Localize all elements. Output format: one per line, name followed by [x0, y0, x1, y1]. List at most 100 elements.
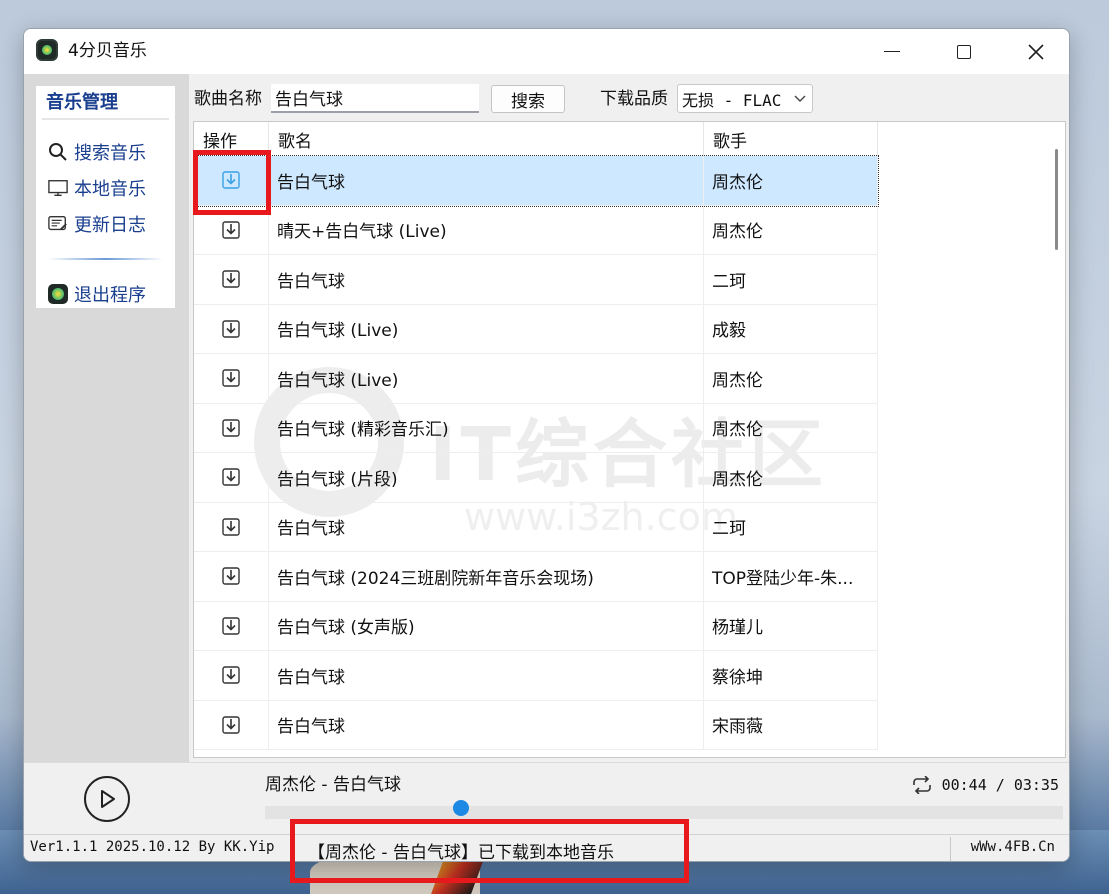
artist-cell: 宋雨薇: [704, 700, 878, 749]
close-button[interactable]: [1001, 29, 1069, 74]
download-cell[interactable]: [194, 354, 269, 403]
exit-app-icon: [48, 284, 68, 304]
column-header-action[interactable]: 操作: [194, 122, 269, 156]
sidebar-item-local[interactable]: 本地音乐: [48, 174, 146, 202]
download-cell[interactable]: [194, 552, 269, 601]
sidebar-item-exit[interactable]: 退出程序: [48, 280, 146, 308]
song-title-cell: 告白气球 (片段): [269, 453, 704, 502]
download-cell[interactable]: [194, 453, 269, 502]
version-label: Ver1.1.1 2025.10.12 By KK.Yip: [30, 839, 275, 855]
artist-cell: 周杰伦: [704, 403, 878, 452]
table-row[interactable]: 告白气球 (精彩音乐汇) 周杰伦: [194, 403, 878, 453]
download-cell[interactable]: [194, 403, 269, 452]
artist-cell: 二珂: [704, 502, 878, 551]
download-icon[interactable]: [221, 517, 241, 537]
song-title-cell: 告白气球: [269, 651, 704, 700]
website-label: wWw.4FB.Cn: [970, 839, 1055, 855]
window-title: 4分贝音乐: [68, 41, 147, 61]
play-icon: [101, 790, 115, 808]
song-title-cell: 告白气球 (2024三班剧院新年音乐会现场): [269, 552, 704, 601]
download-icon[interactable]: [221, 319, 241, 339]
title-bar[interactable]: 4分贝音乐: [24, 29, 1069, 74]
app-window: 4分贝音乐 音乐管理 搜索音乐 本地音乐 更新日志 退出程序 歌曲名称 告白气球…: [23, 28, 1070, 862]
download-icon[interactable]: [221, 220, 241, 240]
table-row[interactable]: 告白气球 二珂: [194, 255, 878, 305]
app-logo-icon: [36, 39, 58, 61]
download-icon[interactable]: [221, 616, 241, 636]
sidebar-item-search[interactable]: 搜索音乐: [48, 138, 146, 166]
download-cell[interactable]: [194, 304, 269, 353]
download-icon[interactable]: [221, 418, 241, 438]
maximize-icon: [957, 44, 971, 59]
quality-value: 无损 - FLAC: [682, 90, 782, 110]
song-title-cell: 晴天+告白气球 (Live): [269, 205, 704, 254]
minimize-icon: [884, 50, 900, 53]
artist-cell: 成毅: [704, 304, 878, 353]
table-row[interactable]: 告白气球 蔡徐坤: [194, 651, 878, 701]
artist-cell: TOP登陆少年-朱...: [704, 552, 878, 601]
artist-cell: 周杰伦: [704, 205, 878, 254]
now-playing-title: 周杰伦 - 告白气球: [265, 775, 401, 795]
download-icon[interactable]: [221, 269, 241, 289]
download-cell[interactable]: [194, 156, 269, 205]
table-row[interactable]: 告白气球 (2024三班剧院新年音乐会现场) TOP登陆少年-朱...: [194, 552, 878, 602]
download-cell[interactable]: [194, 205, 269, 254]
download-icon[interactable]: [221, 368, 241, 388]
table-row[interactable]: 告白气球 二珂: [194, 502, 878, 552]
progress-handle[interactable]: [452, 800, 469, 816]
download-cell[interactable]: [194, 700, 269, 749]
sidebar-item-label: 搜索音乐: [74, 143, 146, 164]
table-row[interactable]: 告白气球 (女声版) 杨瑾儿: [194, 601, 878, 651]
close-icon: [1028, 43, 1044, 60]
sidebar-divider: [48, 258, 163, 260]
quality-select[interactable]: 无损 - FLAC: [677, 84, 813, 113]
download-cell[interactable]: [194, 502, 269, 551]
playback-info: 00:44 / 03:35: [910, 774, 1059, 796]
search-input[interactable]: [271, 84, 479, 113]
repeat-icon[interactable]: [910, 776, 934, 794]
progress-slider[interactable]: [265, 800, 1063, 819]
column-header-title[interactable]: 歌名: [269, 122, 704, 156]
download-icon[interactable]: [221, 467, 241, 487]
download-icon[interactable]: [221, 170, 241, 190]
table-row[interactable]: 告白气球 宋雨薇: [194, 700, 878, 750]
song-title-cell: 告白气球 (Live): [269, 354, 704, 403]
log-icon: [48, 214, 68, 234]
table-header: 操作 歌名 歌手: [194, 122, 1065, 156]
quality-label: 下载品质: [600, 89, 668, 109]
column-header-artist[interactable]: 歌手: [704, 122, 878, 156]
song-name-label: 歌曲名称: [194, 89, 262, 109]
table-row[interactable]: 晴天+告白气球 (Live) 周杰伦: [194, 205, 878, 255]
song-title-cell: 告白气球 (精彩音乐汇): [269, 403, 704, 452]
chevron-down-icon: [794, 92, 806, 107]
artist-cell: 周杰伦: [704, 354, 878, 403]
song-title-cell: 告白气球 (女声版): [269, 601, 704, 650]
download-icon[interactable]: [221, 566, 241, 586]
artist-cell: 杨瑾儿: [704, 601, 878, 650]
download-icon[interactable]: [221, 715, 241, 735]
table-row[interactable]: 告白气球 (Live) 成毅: [194, 304, 878, 354]
download-icon[interactable]: [221, 665, 241, 685]
search-button[interactable]: 搜索: [491, 85, 565, 113]
play-button[interactable]: [84, 776, 130, 822]
vertical-scrollbar[interactable]: [1049, 122, 1065, 757]
minimize-button[interactable]: [857, 29, 927, 74]
table-row[interactable]: 告白气球 (Live) 周杰伦: [194, 354, 878, 404]
status-message: 【周杰伦 - 告白气球】已下载到本地音乐: [308, 843, 614, 862]
download-cell[interactable]: [194, 255, 269, 304]
song-title-cell: 告白气球: [269, 156, 704, 205]
sidebar-item-changelog[interactable]: 更新日志: [48, 210, 146, 238]
download-cell[interactable]: [194, 651, 269, 700]
artist-cell: 周杰伦: [704, 156, 878, 205]
maximize-button[interactable]: [929, 29, 999, 74]
status-bar: Ver1.1.1 2025.10.12 By KK.Yip 【周杰伦 - 告白气…: [24, 834, 1069, 862]
table-row[interactable]: 告白气球 (片段) 周杰伦: [194, 453, 878, 503]
results-table: IT综合社区 www.i3zh.com 操作 歌名 歌手 告白气球 周杰伦 晴天+告…: [193, 121, 1066, 758]
download-cell[interactable]: [194, 601, 269, 650]
sidebar-header: 音乐管理: [46, 92, 118, 113]
monitor-icon: [48, 178, 68, 198]
scrollbar-thumb[interactable]: [1055, 149, 1058, 250]
artist-cell: 二珂: [704, 255, 878, 304]
table-row[interactable]: 告白气球 周杰伦: [194, 155, 879, 207]
sidebar-item-label: 本地音乐: [74, 179, 146, 200]
